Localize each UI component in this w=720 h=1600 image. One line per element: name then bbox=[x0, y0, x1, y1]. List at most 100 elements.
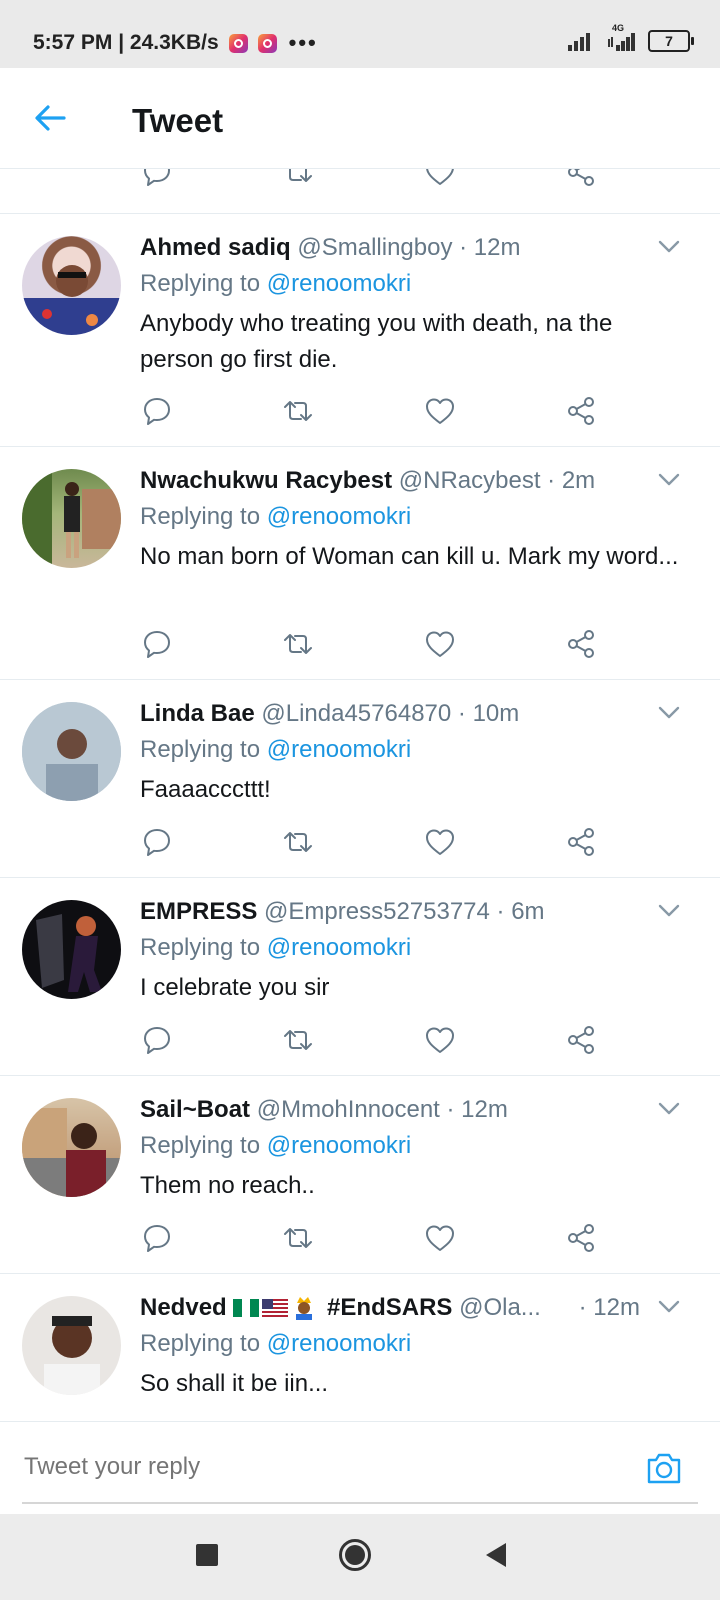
reply-input[interactable] bbox=[22, 1446, 586, 1488]
back-nav-button[interactable] bbox=[484, 1542, 508, 1573]
avatar[interactable] bbox=[22, 1098, 121, 1197]
tweet-time: · 12m bbox=[578, 1294, 640, 1321]
retweet-icon bbox=[281, 1023, 315, 1057]
battery-icon: 7 bbox=[648, 30, 694, 52]
reply-button[interactable] bbox=[140, 394, 174, 428]
retweet-button[interactable] bbox=[281, 1023, 315, 1057]
replying-prefix: Replying to bbox=[140, 934, 267, 961]
network-label: 4G bbox=[612, 23, 625, 33]
home-button[interactable] bbox=[338, 1538, 372, 1577]
tweet-menu-button[interactable] bbox=[656, 700, 682, 726]
mention-link[interactable]: @renoomokri bbox=[267, 1330, 411, 1357]
display-name[interactable]: Linda Bae bbox=[140, 700, 255, 727]
chevron-down-icon bbox=[656, 700, 682, 726]
display-name[interactable]: Nedved bbox=[140, 1294, 227, 1321]
camera-icon bbox=[647, 1453, 681, 1484]
tweet-row[interactable]: Ahmed sadiq @Smallingboy · 12m Replying … bbox=[0, 214, 720, 447]
chevron-down-icon bbox=[656, 467, 682, 493]
back-button[interactable] bbox=[34, 102, 66, 134]
share-icon bbox=[564, 627, 598, 661]
share-button[interactable] bbox=[564, 1221, 598, 1255]
retweet-button[interactable] bbox=[281, 627, 315, 661]
share-button[interactable] bbox=[564, 394, 598, 428]
reply-composer bbox=[0, 1421, 720, 1514]
like-button[interactable] bbox=[423, 1023, 457, 1057]
like-button[interactable] bbox=[423, 394, 457, 428]
previous-tweet-actions bbox=[0, 169, 720, 214]
mention-link[interactable]: @renoomokri bbox=[267, 1132, 411, 1159]
share-button[interactable] bbox=[564, 1023, 598, 1057]
mention-link[interactable]: @renoomokri bbox=[267, 934, 411, 961]
replying-to: Replying to @renoomokri bbox=[140, 1132, 411, 1160]
comment-icon bbox=[140, 825, 174, 859]
recents-button[interactable] bbox=[196, 1544, 218, 1571]
handle: @Ola... bbox=[459, 1294, 541, 1321]
tweet-menu-button[interactable] bbox=[656, 1294, 682, 1320]
reply-button[interactable] bbox=[140, 169, 174, 189]
tweet-row[interactable]: EMPRESS @Empress52753774 · 6m Replying t… bbox=[0, 878, 720, 1076]
tweet-menu-button[interactable] bbox=[656, 234, 682, 260]
mention-link[interactable]: @renoomokri bbox=[267, 736, 411, 763]
mention-link[interactable]: @renoomokri bbox=[267, 503, 411, 530]
signal-icon bbox=[568, 33, 590, 51]
prince-emoji-icon bbox=[296, 1297, 313, 1320]
like-button[interactable] bbox=[423, 825, 457, 859]
tweet-menu-button[interactable] bbox=[656, 898, 682, 924]
avatar[interactable] bbox=[22, 236, 121, 335]
tweet-text: Faaaacccttt! bbox=[140, 776, 271, 803]
handle-time: @Empress52753774 · 6m bbox=[264, 898, 545, 925]
heart-icon bbox=[423, 169, 457, 189]
chevron-down-icon bbox=[656, 234, 682, 260]
share-button[interactable] bbox=[564, 627, 598, 661]
replying-to: Replying to @renoomokri bbox=[140, 934, 411, 962]
retweet-icon bbox=[281, 627, 315, 661]
reply-button[interactable] bbox=[140, 825, 174, 859]
handle-time: @Smallingboy · 12m bbox=[297, 234, 521, 261]
battery-level: 7 bbox=[665, 33, 673, 49]
display-name[interactable]: EMPRESS bbox=[140, 898, 257, 925]
tweet-header: Sail~Boat @MmohInnocent · 12m bbox=[140, 1096, 508, 1124]
status-time-speed: 5:57 PM | 24.3KB/s bbox=[33, 31, 219, 54]
display-name[interactable]: Nwachukwu Racybest bbox=[140, 467, 392, 494]
replies-feed[interactable]: Ahmed sadiq @Smallingboy · 12m Replying … bbox=[0, 169, 720, 1421]
avatar[interactable] bbox=[22, 702, 121, 801]
retweet-button[interactable] bbox=[281, 169, 315, 189]
replying-to: Replying to @renoomokri bbox=[140, 1330, 411, 1358]
retweet-button[interactable] bbox=[281, 394, 315, 428]
chevron-down-icon bbox=[656, 898, 682, 924]
instagram-icon bbox=[228, 33, 248, 53]
tweet-menu-button[interactable] bbox=[656, 1096, 682, 1122]
avatar[interactable] bbox=[22, 900, 121, 999]
reply-button[interactable] bbox=[140, 1221, 174, 1255]
like-button[interactable] bbox=[423, 1221, 457, 1255]
like-button[interactable] bbox=[423, 627, 457, 661]
chevron-down-icon bbox=[656, 1096, 682, 1122]
tweet-row[interactable]: Nedved #EndSARS @Ola... · 12m Replying t… bbox=[0, 1274, 720, 1421]
retweet-button[interactable] bbox=[281, 825, 315, 859]
display-name[interactable]: Sail~Boat bbox=[140, 1096, 250, 1123]
avatar[interactable] bbox=[22, 469, 121, 568]
tweet-row[interactable]: Nwachukwu Racybest @NRacybest · 2m Reply… bbox=[0, 447, 720, 680]
reply-button[interactable] bbox=[140, 1023, 174, 1057]
avatar[interactable] bbox=[22, 1296, 121, 1395]
retweet-icon bbox=[281, 825, 315, 859]
share-icon bbox=[564, 1023, 598, 1057]
share-button[interactable] bbox=[564, 169, 598, 189]
like-button[interactable] bbox=[423, 169, 457, 189]
signal-4g-icon: 4G bbox=[606, 23, 638, 51]
tweet-row[interactable]: Sail~Boat @MmohInnocent · 12m Replying t… bbox=[0, 1076, 720, 1274]
chevron-down-icon bbox=[656, 1294, 682, 1320]
display-name[interactable]: Ahmed sadiq bbox=[140, 234, 291, 261]
tweet-menu-button[interactable] bbox=[656, 467, 682, 493]
reply-button[interactable] bbox=[140, 627, 174, 661]
camera-button[interactable] bbox=[644, 1448, 684, 1488]
retweet-button[interactable] bbox=[281, 1221, 315, 1255]
replying-prefix: Replying to bbox=[140, 270, 267, 297]
share-button[interactable] bbox=[564, 825, 598, 859]
handle-time: @Linda45764870 · 10m bbox=[261, 700, 520, 727]
mention-link[interactable]: @renoomokri bbox=[267, 270, 411, 297]
comment-icon bbox=[140, 627, 174, 661]
tweet-row[interactable]: Linda Bae @Linda45764870 · 10m Replying … bbox=[0, 680, 720, 878]
tweet-header: Nedved #EndSARS @Ola... bbox=[140, 1294, 541, 1322]
tweet-text: I celebrate you sir bbox=[140, 974, 330, 1001]
